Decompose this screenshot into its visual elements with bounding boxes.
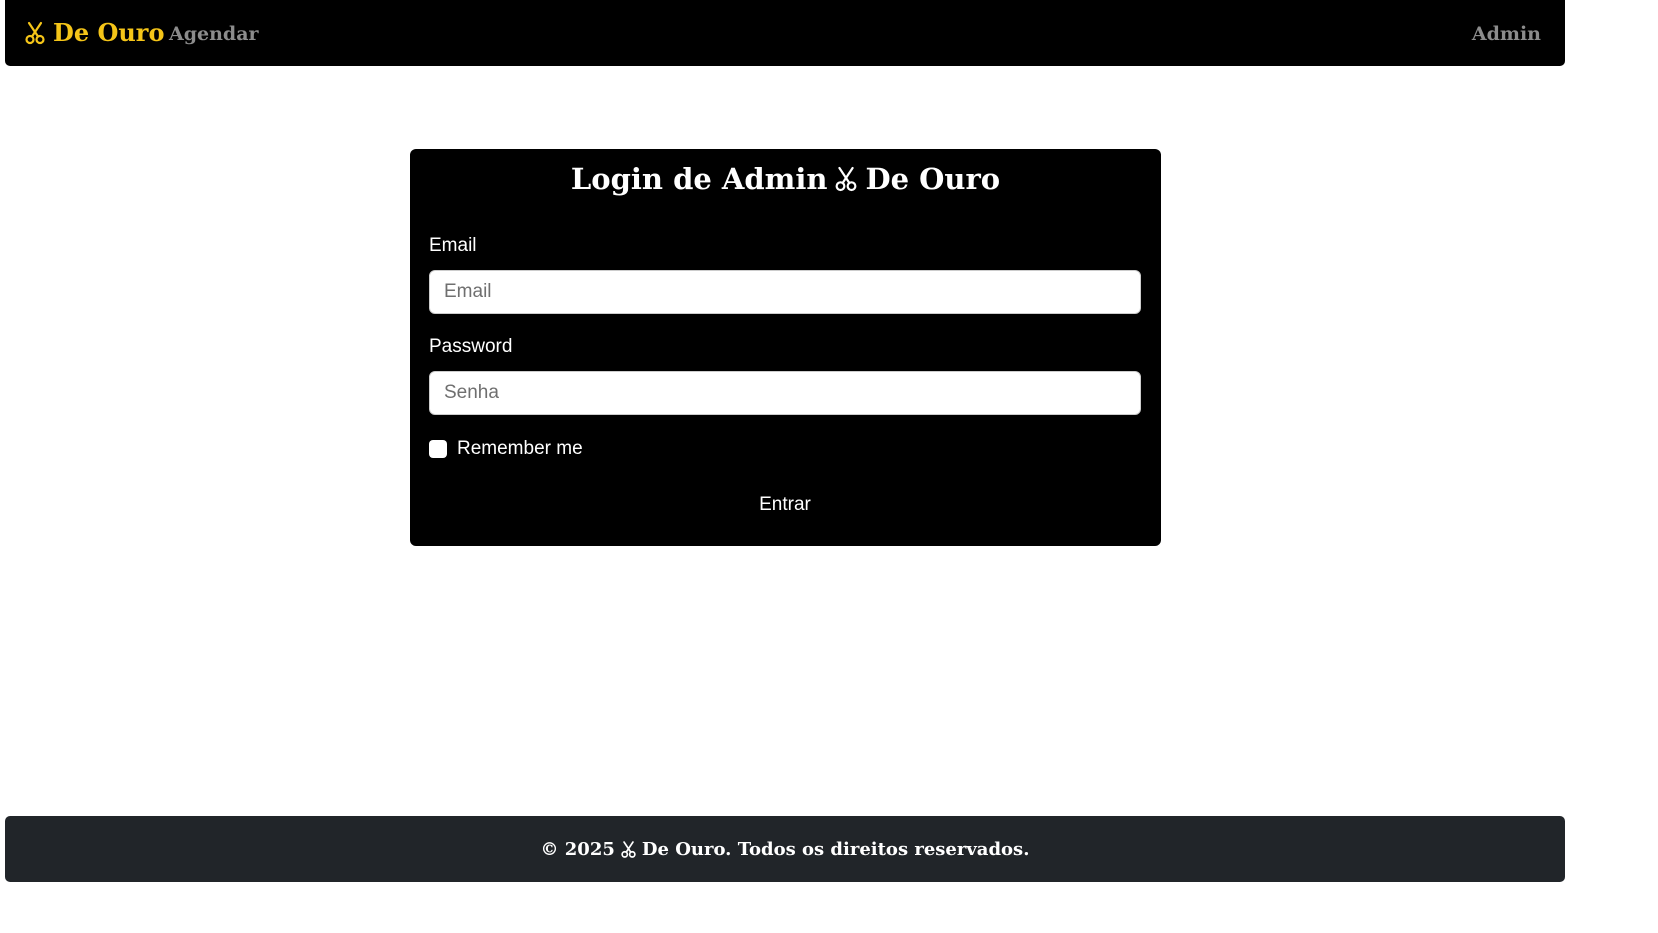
brand-name: De Ouro — [53, 18, 165, 47]
email-label: Email — [429, 235, 477, 256]
page-title: Login de Admin De Ouro — [410, 159, 1161, 199]
login-card: Login de Admin De Ouro Email Password — [410, 149, 1161, 546]
brand-link[interactable]: De Ouro — [25, 16, 164, 50]
scissors-icon — [25, 21, 45, 45]
navbar: De Ouro Agendar Admin — [5, 0, 1565, 66]
title-suffix: De Ouro — [865, 162, 1001, 196]
nav-admin-link[interactable]: Admin — [1472, 20, 1541, 48]
footer: © 2025 De Ouro. Todos os direitos reserv… — [5, 816, 1565, 882]
scissors-icon — [836, 166, 857, 192]
scissors-icon — [621, 840, 636, 858]
email-field[interactable] — [429, 270, 1141, 314]
title-prefix: Login de Admin — [570, 162, 828, 196]
password-field[interactable] — [429, 371, 1141, 415]
login-button[interactable]: Entrar — [720, 490, 850, 520]
remember-label: Remember me — [457, 438, 583, 459]
footer-copyright: © 2025 — [540, 838, 615, 860]
password-label: Password — [429, 336, 513, 357]
nav-agendar-link[interactable]: Agendar — [169, 20, 259, 48]
remember-me[interactable]: Remember me — [429, 437, 583, 461]
footer-text: De Ouro. Todos os direitos reservados. — [641, 838, 1030, 860]
remember-checkbox[interactable] — [429, 440, 447, 458]
